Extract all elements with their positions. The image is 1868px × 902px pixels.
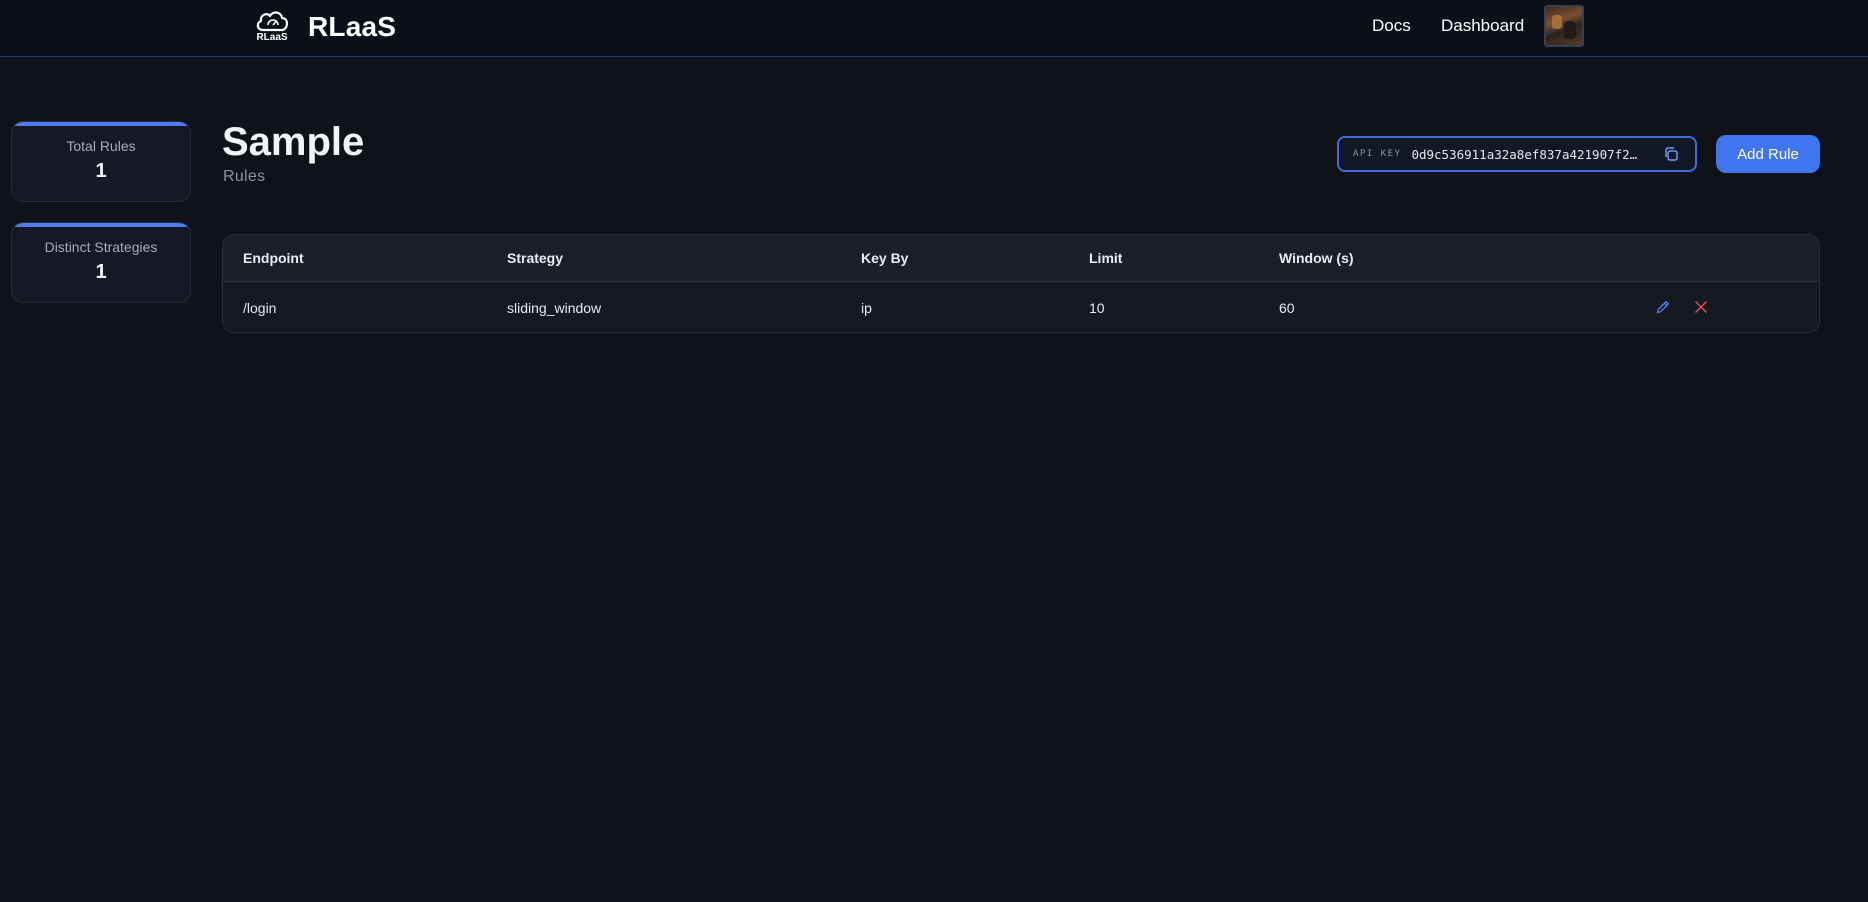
column-header-strategy: Strategy: [507, 250, 564, 266]
cell-window: 60: [1279, 300, 1295, 316]
column-header-endpoint: Endpoint: [243, 250, 304, 266]
stat-card-distinct-strategies: Distinct Strategies 1: [11, 222, 191, 303]
delete-x-icon[interactable]: [1691, 297, 1711, 317]
brand[interactable]: RLaaS RLaaS: [252, 8, 396, 46]
page-title: Sample: [222, 120, 365, 164]
cell-endpoint: /login: [243, 300, 277, 316]
page-subtitle: Rules: [223, 168, 266, 185]
nav-link-dashboard[interactable]: Dashboard: [1441, 16, 1524, 36]
column-header-window: Window (s): [1279, 250, 1354, 266]
nav-link-docs[interactable]: Docs: [1372, 16, 1411, 36]
table-header: Endpoint Strategy Key By Limit Window (s…: [223, 235, 1819, 282]
edit-pencil-icon[interactable]: [1653, 297, 1673, 317]
cell-strategy: sliding_window: [507, 300, 602, 316]
cloud-logo-icon: RLaaS: [252, 8, 292, 46]
stat-value: 1: [95, 261, 107, 283]
stat-card-total-rules: Total Rules 1: [11, 121, 191, 202]
rules-table: Endpoint Strategy Key By Limit Window (s…: [222, 234, 1820, 333]
user-avatar[interactable]: [1544, 5, 1584, 47]
column-header-limit: Limit: [1089, 250, 1123, 266]
column-header-key-by: Key By: [861, 250, 909, 266]
table-row: /login sliding_window ip 10 60: [223, 282, 1819, 332]
brand-name[interactable]: RLaaS: [308, 11, 396, 43]
stat-value: 1: [95, 160, 107, 182]
stat-label: Distinct Strategies: [44, 239, 158, 255]
cell-key-by: ip: [861, 300, 872, 316]
stat-label: Total Rules: [66, 138, 136, 154]
api-key-field[interactable]: API KEY 0d9c536911a32a8ef837a421907f2…: [1337, 136, 1697, 172]
api-key-value[interactable]: 0d9c536911a32a8ef837a421907f2…: [1411, 147, 1651, 162]
logo-text: RLaaS: [256, 32, 288, 43]
add-rule-button[interactable]: Add Rule: [1716, 135, 1820, 173]
cell-limit: 10: [1089, 300, 1105, 316]
api-key-label: API KEY: [1353, 149, 1402, 159]
top-navbar: RLaaS RLaaS Docs Dashboard: [0, 0, 1868, 57]
copy-icon[interactable]: [1661, 144, 1681, 164]
